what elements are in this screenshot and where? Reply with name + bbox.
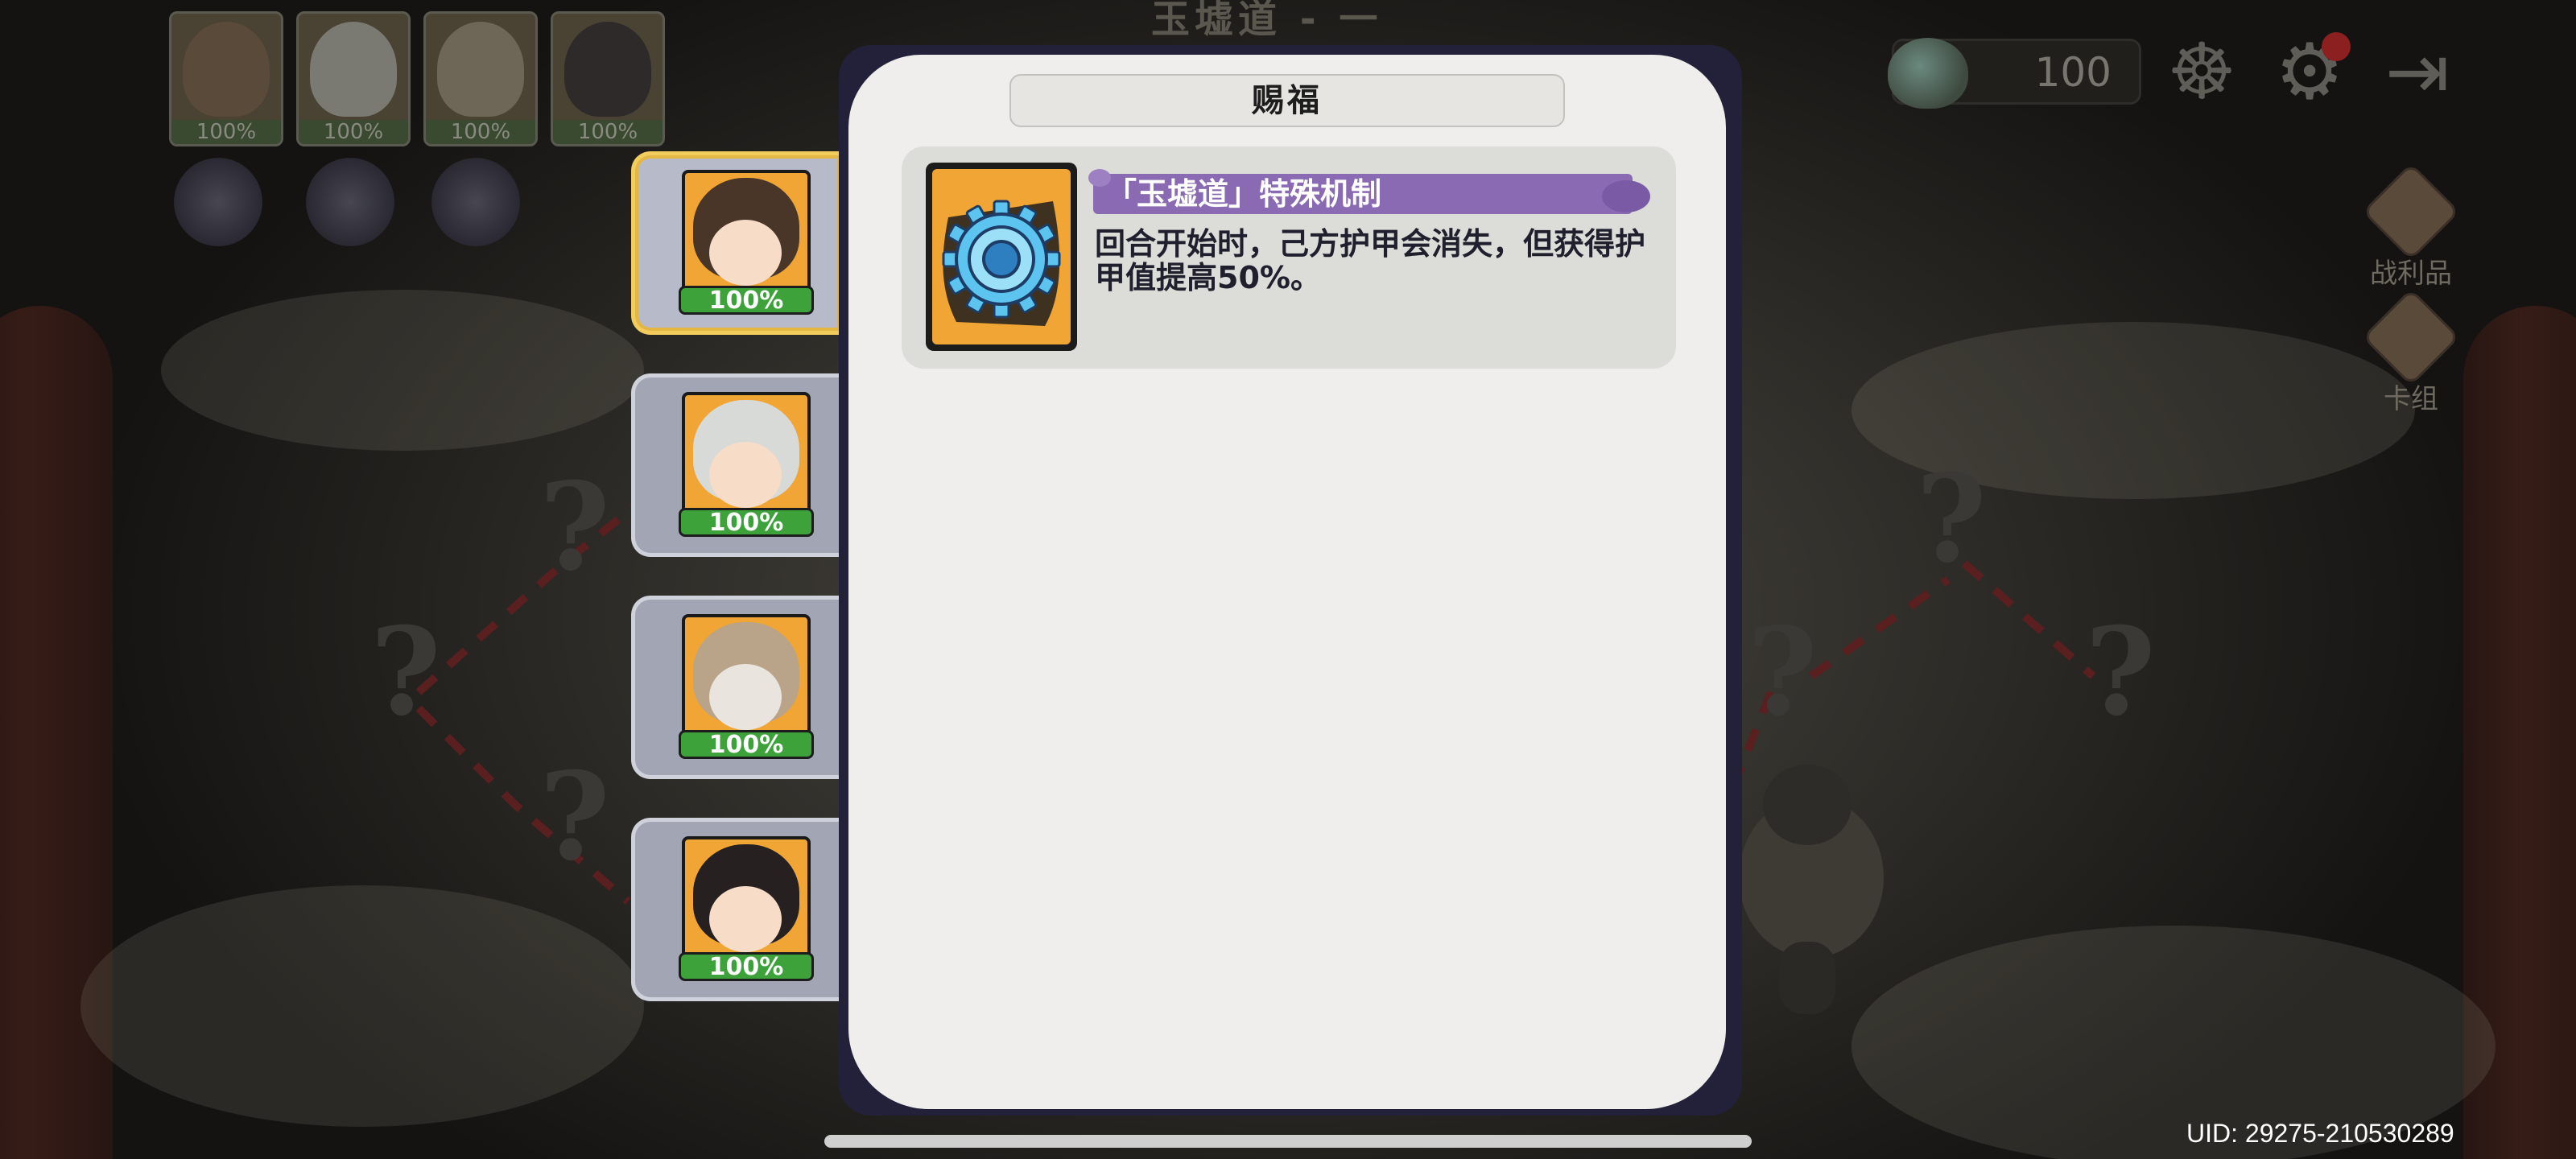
relic-icon[interactable]	[306, 158, 394, 246]
team-member-portrait[interactable]: 100%	[551, 11, 665, 146]
roster-character-card[interactable]: 100%	[631, 818, 840, 1001]
floor-title: 玉墟道 - 一层	[1151, 0, 1383, 42]
team-member-hp: 100%	[426, 120, 535, 144]
exit-icon[interactable]: ⇥	[2373, 27, 2462, 116]
gem-icon	[1888, 38, 1968, 109]
team-member-hp: 100%	[171, 120, 281, 144]
gear-icon	[942, 200, 1061, 326]
currency-value: 100	[2034, 49, 2112, 96]
loot-icon	[2362, 163, 2460, 261]
team-member-hp: 100%	[299, 120, 408, 144]
horizontal-scrollbar[interactable]	[824, 1135, 1752, 1148]
loot-label: 战利品	[2370, 258, 2452, 290]
mask-icon[interactable]: ☸	[2157, 27, 2246, 116]
currency-display: 100	[1888, 38, 2141, 109]
relic-icon[interactable]	[431, 158, 520, 246]
unknown-node-icon[interactable]: ?	[539, 467, 610, 588]
relic-icon[interactable]	[174, 158, 262, 246]
blessing-card	[926, 163, 1077, 351]
roster-character-card[interactable]: 100%	[631, 373, 840, 557]
blessing-title: 「玉墟道」特殊机制	[1106, 176, 1382, 212]
loot-button[interactable]: 战利品	[2362, 163, 2460, 291]
character-hp: 100%	[679, 508, 814, 537]
notification-dot	[2322, 32, 2351, 61]
roster-character-card[interactable]: 100%	[631, 596, 840, 779]
blessing-item[interactable]: 「玉墟道」特殊机制 回合开始时，己方护甲会消失，但获得护甲值提高50%。	[902, 146, 1676, 369]
team-member-portrait[interactable]: 100%	[423, 11, 538, 146]
unknown-node-icon[interactable]: ?	[539, 757, 610, 877]
blessing-description: 回合开始时，己方护甲会消失，但获得护甲值提高50%。	[1095, 226, 1646, 295]
character-hp: 100%	[679, 730, 814, 759]
deck-label: 卡组	[2384, 383, 2438, 415]
user-id: UID: 29275-210530289	[2186, 1119, 2454, 1148]
team-member-portrait[interactable]: 100%	[296, 11, 411, 146]
unknown-node-icon[interactable]: ?	[1916, 459, 1987, 580]
unknown-node-icon[interactable]: ?	[370, 612, 441, 732]
blessing-modal: 赐福 「玉墟道」特殊机制 回合开始时，己方护甲会消失，但获得护甲值提高50%。	[848, 55, 1726, 1109]
team-member-hp: 100%	[553, 120, 663, 144]
character-hp: 100%	[679, 286, 814, 315]
modal-title: 赐福	[1009, 74, 1565, 127]
unknown-node-icon[interactable]: ?	[1747, 612, 1818, 732]
character-hp: 100%	[679, 952, 814, 981]
boss-silhouette[interactable]	[1715, 765, 1908, 1022]
team-member-portrait[interactable]: 100%	[169, 11, 283, 146]
deck-icon	[2362, 288, 2460, 386]
deck-button[interactable]: 卡组	[2362, 288, 2460, 416]
unknown-node-icon[interactable]: ?	[2085, 612, 2156, 732]
roster-character-card[interactable]: 100%	[631, 151, 840, 335]
